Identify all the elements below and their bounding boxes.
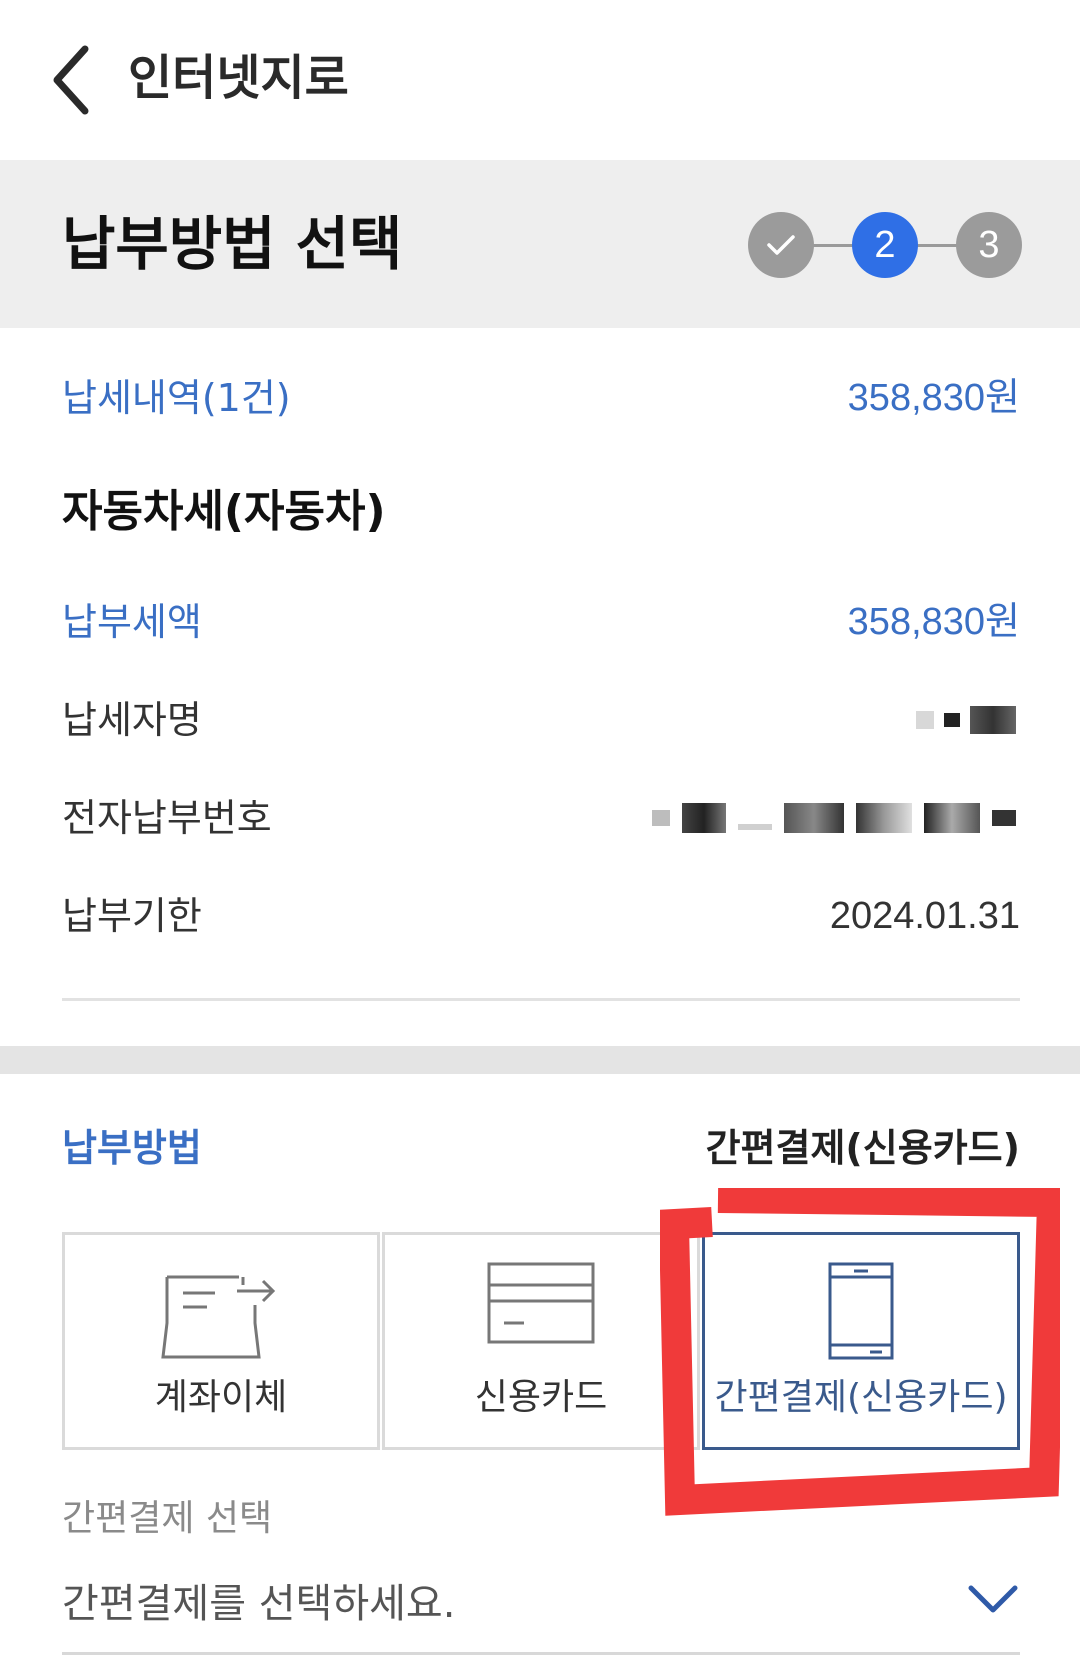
- step-2-current: 2: [852, 212, 918, 278]
- epay-number-row: 전자납부번호: [62, 792, 1020, 844]
- step-indicator: 2 3: [748, 212, 1022, 278]
- option-simple-pay[interactable]: 간편결제(신용카드): [702, 1232, 1020, 1450]
- tax-count-label: 납세내역(1건): [62, 376, 291, 420]
- section-divider: [62, 998, 1020, 1001]
- step-3-pending: 3: [956, 212, 1022, 278]
- due-date-value: 2024.01.31: [829, 895, 1020, 937]
- amount-value: 358,830원: [847, 601, 1020, 643]
- option-bank-transfer-label: 계좌이체: [154, 1377, 288, 1418]
- payment-method-label: 납부방법: [62, 1126, 202, 1170]
- app-title: 인터넷지로: [128, 50, 349, 106]
- chevron-down-icon: [968, 1585, 1018, 1613]
- payer-name-masked: [916, 706, 1020, 734]
- step-header: 납부방법 선택 2 3: [0, 160, 1080, 328]
- payment-method-row: 납부방법 간편결제(신용카드): [62, 1122, 1020, 1174]
- section-separator: [0, 1046, 1080, 1074]
- chevron-left-icon: [53, 45, 89, 115]
- epay-number-label: 전자납부번호: [62, 796, 272, 840]
- option-bank-transfer[interactable]: 계좌이체: [62, 1232, 380, 1450]
- simple-pay-select[interactable]: 간편결제를 선택하세요.: [62, 1568, 1020, 1650]
- back-button[interactable]: [46, 42, 96, 118]
- check-icon: [767, 235, 795, 255]
- option-credit-card[interactable]: 신용카드: [382, 1232, 700, 1450]
- option-simple-pay-label: 간편결제(신용카드): [714, 1377, 1008, 1418]
- epay-number-masked: [652, 803, 1020, 833]
- credit-card-icon: [487, 1262, 595, 1344]
- tax-count-row: 납세내역(1건) 358,830원: [62, 372, 1020, 424]
- simple-pay-placeholder: 간편결제를 선택하세요.: [62, 1581, 456, 1627]
- amount-label: 납부세액: [62, 600, 202, 644]
- select-underline: [62, 1652, 1020, 1655]
- tax-item-title: 자동차세(자동차): [62, 486, 386, 537]
- option-credit-card-label: 신용카드: [474, 1377, 608, 1418]
- payment-method-selected: 간편결제(신용카드): [705, 1126, 1020, 1170]
- bank-transfer-icon: [161, 1275, 276, 1359]
- page-title: 납부방법 선택: [62, 210, 403, 278]
- due-date-label: 납부기한: [62, 894, 202, 938]
- step-connector: [912, 244, 960, 247]
- tax-count-total: 358,830원: [847, 377, 1020, 419]
- payer-label: 납세자명: [62, 698, 202, 742]
- simple-pay-select-label: 간편결제 선택: [62, 1498, 273, 1539]
- top-app-bar: 인터넷지로: [0, 0, 1080, 160]
- step-1-done: [748, 212, 814, 278]
- payer-row: 납세자명: [62, 694, 1020, 746]
- mobile-phone-icon: [828, 1262, 894, 1360]
- payment-method-options: 계좌이체 신용카드 간편결제(신용카드): [62, 1232, 1020, 1450]
- due-date-row: 납부기한 2024.01.31: [62, 890, 1020, 942]
- step-connector: [808, 244, 856, 247]
- amount-row: 납부세액 358,830원: [62, 596, 1020, 648]
